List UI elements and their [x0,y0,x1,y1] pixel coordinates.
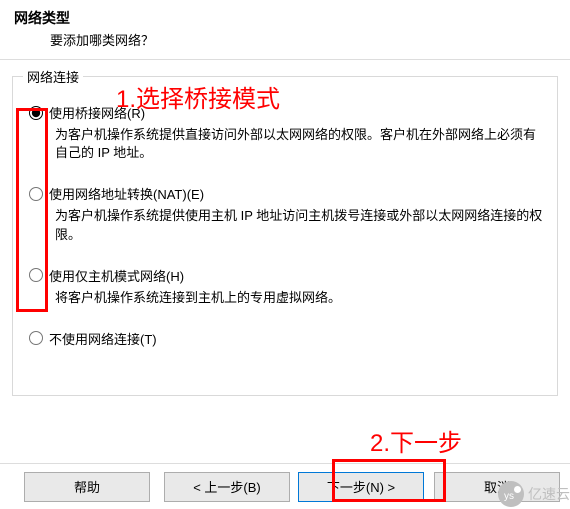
header-subtitle: 要添加哪类网络？ [14,28,560,49]
wizard-button-bar: 帮助 < 上一步(B) 下一步(N) > 取消 [0,463,570,509]
option-bridged-row[interactable]: 使用桥接网络(R) [27,103,543,122]
option-nat-label: 使用网络地址转换(NAT)(E) [49,184,204,203]
option-bridged: 使用桥接网络(R) 为客户机操作系统提供直接访问外部以太网网络的权限。客户机在外… [27,103,543,162]
radio-hostonly[interactable] [29,268,43,282]
cancel-button[interactable]: 取消 [434,472,560,502]
option-bridged-desc: 为客户机操作系统提供直接访问外部以太网网络的权限。客户机在外部网络上必须有自己的… [55,126,543,162]
next-button[interactable]: 下一步(N) > [298,472,424,502]
option-hostonly-label: 使用仅主机模式网络(H) [49,266,184,285]
option-nat: 使用网络地址转换(NAT)(E) 为客户机操作系统提供使用主机 IP 地址访问主… [27,184,543,243]
header-divider [0,59,570,60]
radio-none[interactable] [29,331,43,345]
group-caption: 网络连接 [23,67,83,86]
option-bridged-label: 使用桥接网络(R) [49,103,145,122]
option-nat-desc: 为客户机操作系统提供使用主机 IP 地址访问主机拨号连接或外部以太网网络连接的权… [55,207,543,243]
radio-nat[interactable] [29,187,43,201]
option-hostonly: 使用仅主机模式网络(H) 将客户机操作系统连接到主机上的专用虚拟网络。 [27,266,543,307]
option-none: 不使用网络连接(T) [27,329,543,348]
option-hostonly-desc: 将客户机操作系统连接到主机上的专用虚拟网络。 [55,289,543,307]
network-connection-group: 网络连接 使用桥接网络(R) 为客户机操作系统提供直接访问外部以太网网络的权限。… [12,76,558,396]
option-nat-row[interactable]: 使用网络地址转换(NAT)(E) [27,184,543,203]
annotation-2-text: 2.下一步 [370,423,462,458]
back-button[interactable]: < 上一步(B) [164,472,290,502]
option-none-row[interactable]: 不使用网络连接(T) [27,329,543,348]
option-none-label: 不使用网络连接(T) [49,329,157,348]
option-hostonly-row[interactable]: 使用仅主机模式网络(H) [27,266,543,285]
header-title: 网络类型 [14,8,560,28]
wizard-header: 网络类型 要添加哪类网络？ [0,0,570,53]
help-button[interactable]: 帮助 [24,472,150,502]
radio-bridged[interactable] [29,106,43,120]
